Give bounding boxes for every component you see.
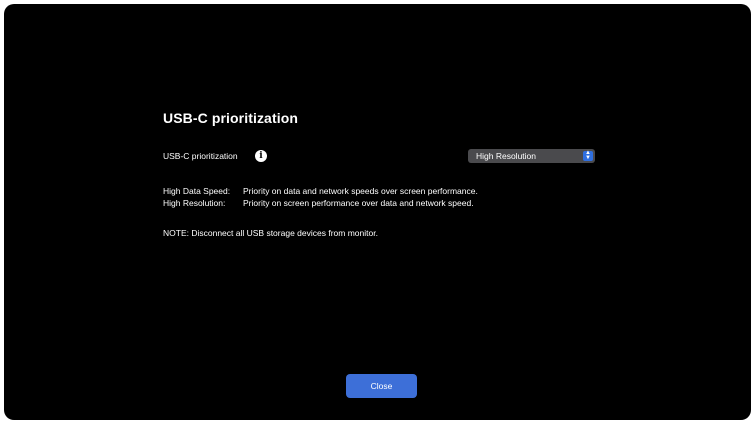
description-text: Priority on data and network speeds over… [243, 186, 478, 196]
usbc-prioritization-select[interactable]: High Resolution ▲ ▼ [468, 149, 595, 163]
description-key: High Data Speed: [163, 186, 231, 196]
up-down-chevron-icon: ▲ ▼ [583, 150, 593, 161]
note-text: NOTE: Disconnect all USB storage devices… [163, 228, 378, 238]
dialog-title: USB-C prioritization [163, 110, 298, 126]
setting-label: USB-C prioritization [163, 151, 238, 161]
dialog-window [4, 4, 751, 420]
close-button[interactable]: Close [346, 374, 417, 398]
setting-row-usbc-prioritization: USB-C prioritization i High Resolution ▲… [163, 148, 596, 164]
description-high-resolution: High Resolution: Priority on screen perfo… [163, 198, 474, 209]
description-high-data-speed: High Data Speed: Priority on data and net… [163, 186, 478, 197]
info-icon[interactable]: i [255, 150, 267, 162]
description-key: High Resolution: [163, 198, 226, 208]
description-text: Priority on screen performance over data… [243, 198, 474, 208]
select-value: High Resolution [476, 151, 537, 161]
